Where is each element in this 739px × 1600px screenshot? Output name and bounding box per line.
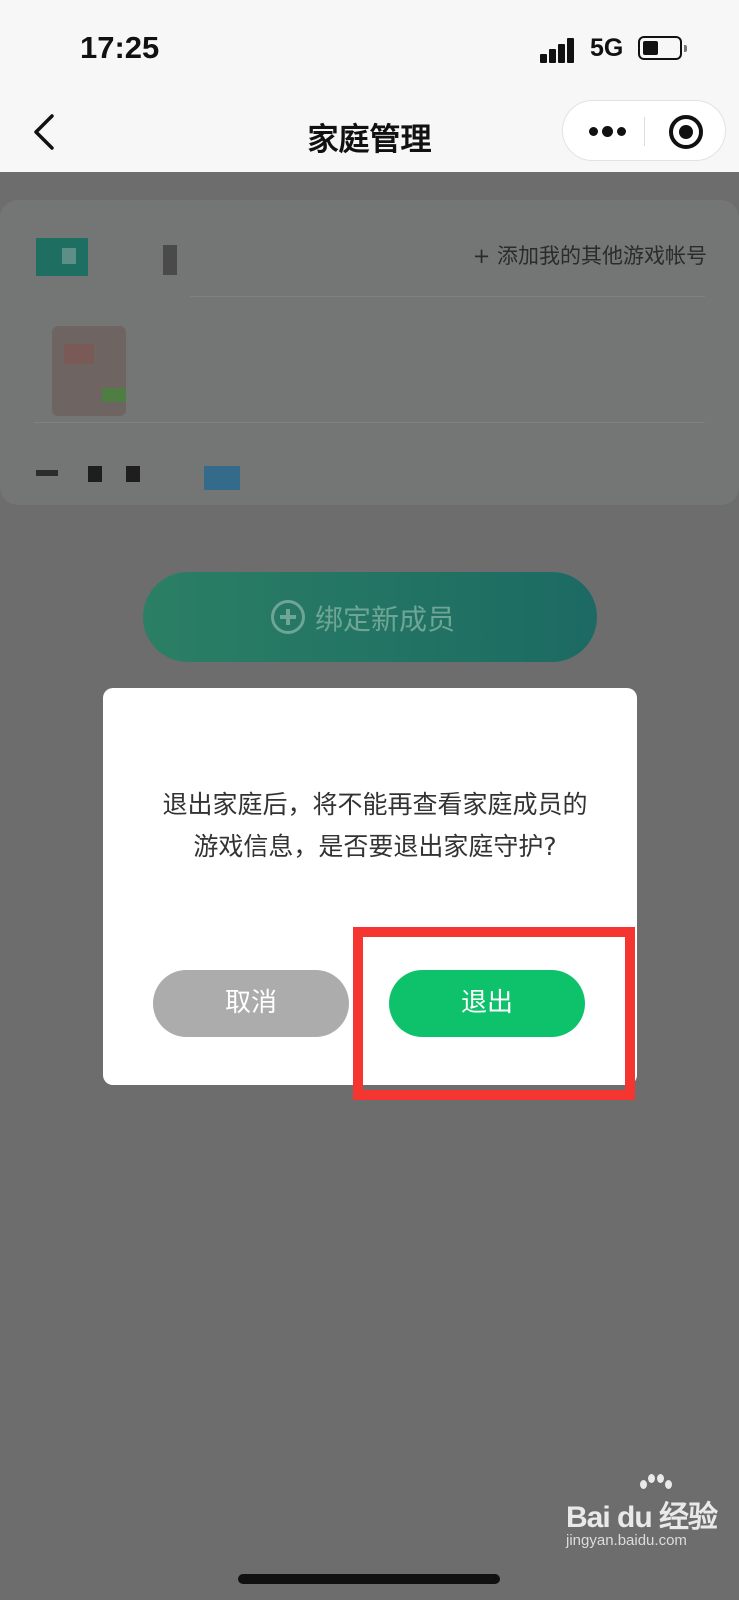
watermark-brand: Bai du 经验: [566, 1501, 718, 1534]
member-name-mosaic: [36, 470, 58, 476]
plus-circle-icon: [271, 600, 305, 634]
card-divider: [34, 422, 705, 423]
status-bar: 17:25 5G: [0, 0, 739, 100]
home-indicator[interactable]: [238, 1574, 500, 1584]
battery-icon: [638, 36, 687, 60]
member-avatar: [52, 326, 126, 416]
watermark-url: jingyan.baidu.com: [566, 1532, 687, 1549]
card-divider: [190, 296, 705, 297]
add-account-link[interactable]: + 添加我的其他游戏帐号: [473, 240, 707, 270]
game-name-mosaic: [163, 245, 177, 275]
bind-new-member-label: 绑定新成员: [315, 604, 456, 635]
highlight-annotation-box: [353, 927, 635, 1100]
game-avatar-detail: [62, 248, 76, 264]
baidu-jingyan-watermark: Bai du 经验 jingyan.baidu.com: [566, 1474, 726, 1556]
cancel-button[interactable]: 取消: [153, 970, 349, 1037]
network-type: 5G: [590, 34, 624, 62]
signal-icon: [540, 37, 576, 63]
member-avatar-detail: [64, 344, 94, 364]
nav-bar: 家庭管理: [0, 100, 739, 172]
capsule-divider: [644, 117, 645, 146]
member-name-mosaic: [126, 466, 140, 482]
dialog-message: 退出家庭后，将不能再查看家庭成员的游戏信息，是否要退出家庭守护?: [162, 790, 588, 861]
status-time: 17:25: [80, 30, 160, 65]
member-avatar-badge: [102, 388, 126, 402]
mini-program-capsule: [562, 100, 726, 161]
member-name-mosaic: [204, 466, 240, 490]
member-name-mosaic: [88, 466, 102, 482]
bind-new-member-button[interactable]: 绑定新成员: [143, 572, 597, 662]
target-icon[interactable]: [669, 115, 703, 149]
more-dots-icon[interactable]: [589, 125, 627, 139]
